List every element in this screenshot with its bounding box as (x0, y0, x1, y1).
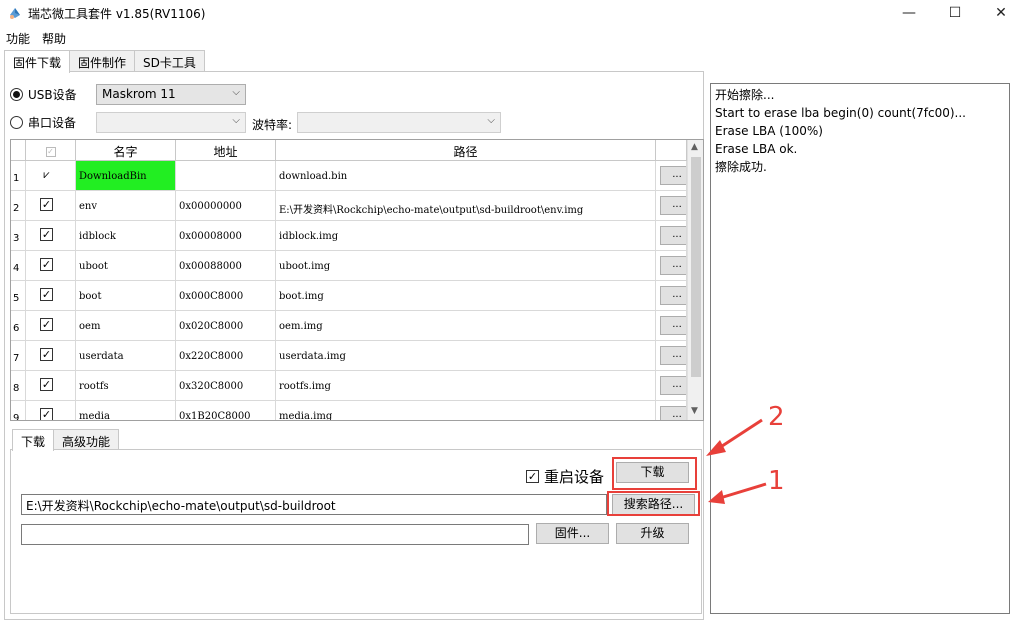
tab-download[interactable]: 下载 (12, 429, 55, 451)
annotation-number-1: 1 (768, 466, 785, 496)
annotation-number-2: 2 (768, 402, 785, 432)
arrow-2-icon (706, 418, 763, 456)
tab-firmware-download[interactable]: 固件下载 (4, 50, 71, 73)
annotation-arrows (706, 418, 767, 504)
arrow-1-icon (708, 482, 767, 504)
